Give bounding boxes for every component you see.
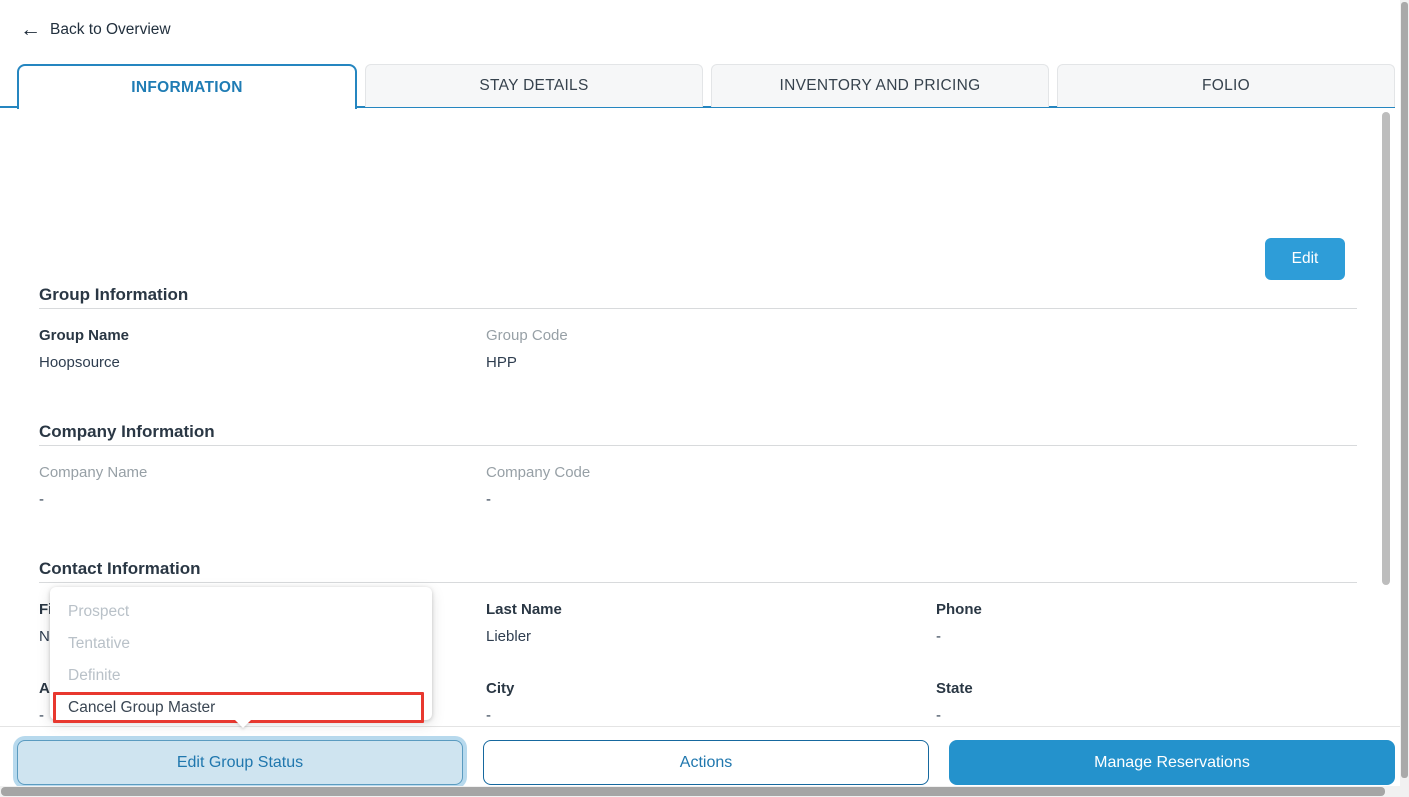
back-to-overview-link[interactable]: ← Back to Overview [20,19,171,40]
arrow-left-icon: ← [20,19,41,40]
group-detail-page: ← Back to Overview INFORMATION STAY DETA… [0,0,1409,797]
tab-folio[interactable]: FOLIO [1057,64,1395,107]
menu-item-prospect[interactable]: Prospect [50,596,432,628]
menu-caret-icon [234,719,252,728]
group-information-section: Group Information Group Name Hoopsource … [39,285,1357,371]
field-value: Liebler [486,629,936,645]
section-divider [39,308,1357,309]
field-label: City [486,681,936,697]
company-information-section: Company Information Company Name - Compa… [39,422,1357,508]
field-value: - [486,708,936,724]
tab-bar: INFORMATION STAY DETAILS INVENTORY AND P… [17,64,1395,108]
field-value: - [936,629,1357,645]
field-label: Group Code [486,328,936,344]
group-status-menu: Prospect Tentative Definite Cancel Group… [50,587,432,720]
page-scrollbar[interactable] [1401,2,1408,778]
field-value: Hoopsource [39,355,486,371]
actions-button[interactable]: Actions [483,740,929,785]
panel-scrollbar[interactable] [1382,112,1390,585]
menu-item-tentative[interactable]: Tentative [50,628,432,660]
field-label: Group Name [39,328,486,344]
field-last-name: Last Name Liebler [486,602,936,645]
field-company-code: Company Code - [486,465,936,508]
tab-inventory-and-pricing[interactable]: INVENTORY AND PRICING [711,64,1049,107]
field-label: State [936,681,1357,697]
field-value: - [936,708,1357,724]
section-title-contact: Contact Information [39,559,1357,579]
field-value: - [486,492,936,508]
edit-button[interactable]: Edit [1265,238,1345,280]
section-divider [39,445,1357,446]
field-value: HPP [486,355,936,371]
bottom-action-bar: Edit Group Status Actions Manage Reserva… [0,726,1409,786]
field-label: Company Code [486,465,936,481]
section-title-group: Group Information [39,285,1357,305]
section-title-company: Company Information [39,422,1357,442]
edit-group-status-button[interactable]: Edit Group Status [17,740,463,785]
field-group-name: Group Name Hoopsource [39,328,486,371]
field-label: Phone [936,602,1357,618]
manage-reservations-button[interactable]: Manage Reservations [949,740,1395,785]
field-group-code: Group Code HPP [486,328,936,371]
field-phone: Phone - [936,602,1357,645]
menu-item-definite[interactable]: Definite [50,660,432,692]
field-label: Company Name [39,465,486,481]
field-state: State - [936,681,1357,724]
field-value: - [39,492,486,508]
field-label: Last Name [486,602,936,618]
field-city: City - [486,681,936,724]
horizontal-scrollbar[interactable] [1,787,1385,796]
tab-information[interactable]: INFORMATION [17,64,357,109]
tab-stay-details[interactable]: STAY DETAILS [365,64,703,107]
back-to-overview-label: Back to Overview [50,21,171,39]
section-divider [39,582,1357,583]
field-company-name: Company Name - [39,465,486,508]
